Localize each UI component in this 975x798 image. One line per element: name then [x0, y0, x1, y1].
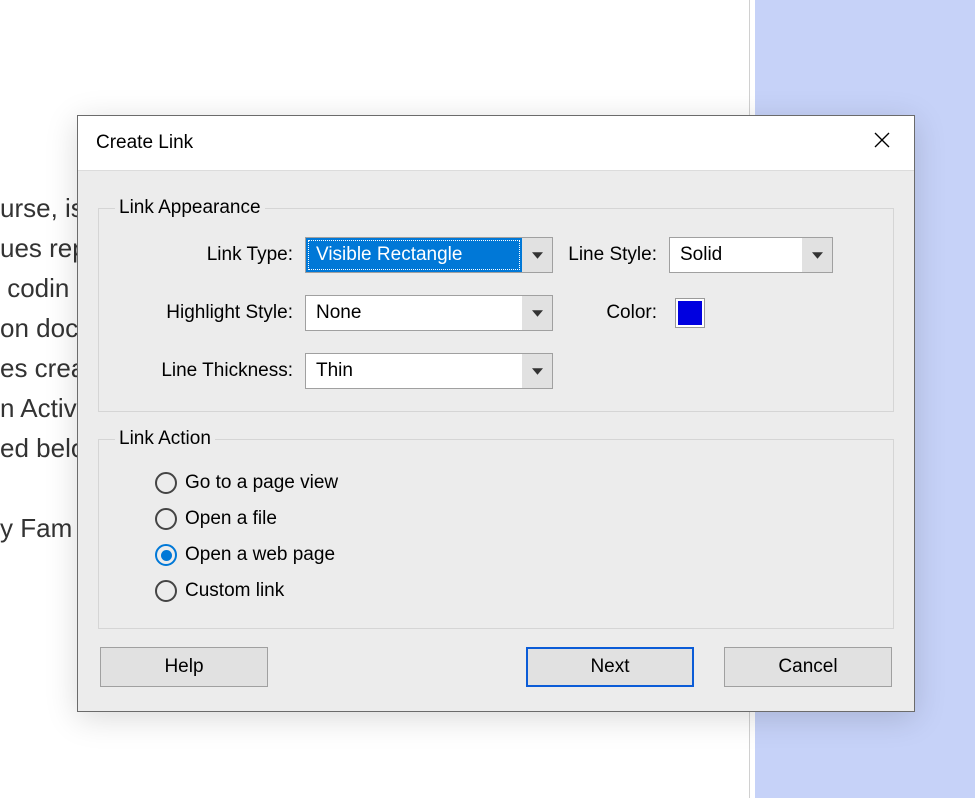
radio-open-a-file[interactable]: Open a file	[155, 508, 877, 530]
close-icon	[874, 132, 890, 154]
link-action-radio-group: Go to a page view Open a file Open a web…	[115, 468, 877, 606]
chevron-down-icon	[802, 238, 832, 272]
help-button[interactable]: Help	[100, 647, 268, 687]
line-style-label: Line Style:	[553, 244, 669, 266]
link-appearance-group: Link Appearance Link Type: Visible Recta…	[98, 197, 894, 412]
radio-label: Go to a page view	[185, 472, 338, 494]
highlight-style-label: Highlight Style:	[115, 302, 305, 324]
link-action-legend: Link Action	[115, 428, 215, 450]
appearance-form-grid: Link Type: Visible Rectangle Line Style:…	[115, 237, 877, 389]
radio-label: Open a web page	[185, 544, 335, 566]
line-thickness-select[interactable]: Thin	[305, 353, 553, 389]
dialog-button-row: Help Next Cancel	[98, 645, 894, 687]
radio-go-to-page-view[interactable]: Go to a page view	[155, 472, 877, 494]
link-action-group: Link Action Go to a page view Open a fil…	[98, 428, 894, 629]
radio-label: Custom link	[185, 580, 284, 602]
line-style-select[interactable]: Solid	[669, 237, 833, 273]
radio-open-a-web-page[interactable]: Open a web page	[155, 544, 877, 566]
color-swatch	[678, 301, 702, 325]
radio-icon	[155, 508, 177, 530]
link-type-select[interactable]: Visible Rectangle	[305, 237, 553, 273]
background-document-text: urse, is ues rep codin on doc es crea n …	[0, 188, 87, 548]
dialog-body: Link Appearance Link Type: Visible Recta…	[78, 170, 914, 711]
radio-icon	[155, 580, 177, 602]
link-appearance-legend: Link Appearance	[115, 197, 265, 219]
link-type-value: Visible Rectangle	[306, 238, 522, 272]
dialog-titlebar: Create Link	[78, 116, 914, 170]
cancel-button[interactable]: Cancel	[724, 647, 892, 687]
next-button[interactable]: Next	[526, 647, 694, 687]
dialog-title: Create Link	[96, 132, 193, 154]
radio-custom-link[interactable]: Custom link	[155, 580, 877, 602]
chevron-down-icon	[522, 296, 552, 330]
line-style-value: Solid	[670, 238, 802, 272]
radio-icon	[155, 544, 177, 566]
color-swatch-container	[669, 298, 833, 328]
create-link-dialog: Create Link Link Appearance Link Type: V…	[77, 115, 915, 712]
color-picker[interactable]	[675, 298, 705, 328]
link-type-label: Link Type:	[115, 244, 305, 266]
close-button[interactable]	[862, 128, 902, 158]
line-thickness-label: Line Thickness:	[115, 360, 305, 382]
highlight-style-select[interactable]: None	[305, 295, 553, 331]
chevron-down-icon	[522, 238, 552, 272]
line-thickness-value: Thin	[306, 354, 522, 388]
chevron-down-icon	[522, 354, 552, 388]
radio-icon	[155, 472, 177, 494]
radio-label: Open a file	[185, 508, 277, 530]
color-label: Color:	[553, 302, 669, 324]
highlight-style-value: None	[306, 296, 522, 330]
